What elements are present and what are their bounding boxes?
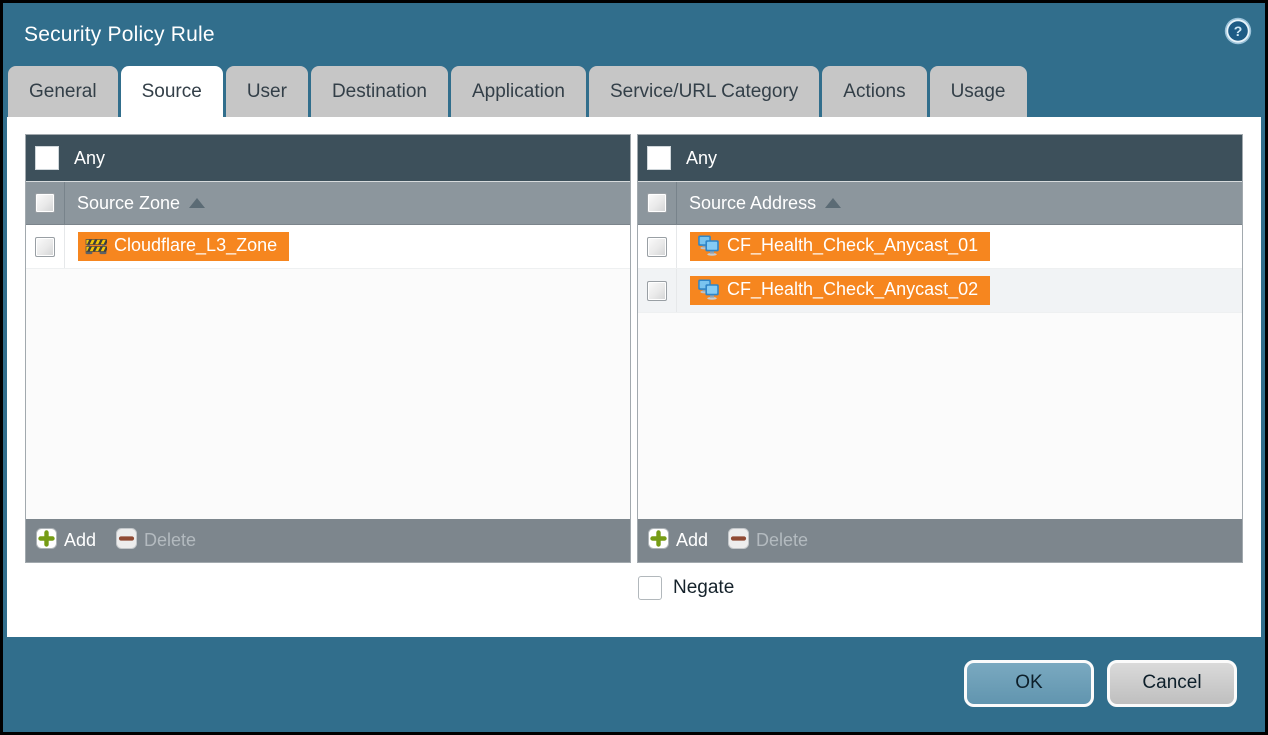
tab-service-url-category[interactable]: Service/URL Category	[589, 66, 819, 117]
source-zone-toolbar: Add Delete	[26, 519, 630, 562]
tab-application[interactable]: Application	[451, 66, 586, 117]
delete-button[interactable]: Delete	[728, 528, 808, 554]
source-address-toolbar: Add Delete	[638, 519, 1242, 562]
tab-general[interactable]: General	[8, 66, 118, 117]
tab-source[interactable]: Source	[121, 66, 223, 117]
add-icon	[648, 528, 669, 554]
source-address-rows: CF_Health_Check_Anycast_01	[638, 225, 1242, 519]
source-address-select-all-checkbox[interactable]	[647, 193, 667, 213]
row-checkbox[interactable]	[647, 237, 667, 257]
ok-button[interactable]: OK	[964, 660, 1094, 707]
source-zone-panel: Any Source Zone	[25, 134, 631, 563]
row-checkbox[interactable]	[35, 237, 55, 257]
add-icon	[36, 528, 57, 554]
tab-actions[interactable]: Actions	[822, 66, 926, 117]
security-policy-rule-dialog: Security Policy Rule ? General Source Us…	[3, 3, 1265, 732]
add-button[interactable]: Add	[36, 528, 96, 554]
svg-text:?: ?	[1234, 23, 1243, 39]
source-address-column-header: Source Address	[638, 181, 1242, 225]
source-address-panel: Any Source Address	[637, 134, 1243, 563]
address-chip[interactable]: CF_Health_Check_Anycast_02	[690, 276, 990, 305]
help-icon[interactable]: ?	[1224, 17, 1252, 45]
source-address-column-title[interactable]: Source Address	[689, 193, 841, 214]
source-address-any-label: Any	[686, 148, 717, 169]
tab-bar: General Source User Destination Applicat…	[3, 66, 1265, 117]
row-label: CF_Health_Check_Anycast_01	[727, 235, 978, 256]
tab-destination[interactable]: Destination	[311, 66, 448, 117]
source-zone-column-header: Source Zone	[26, 181, 630, 225]
source-address-any-checkbox[interactable]	[647, 146, 671, 170]
row-label: Cloudflare_L3_Zone	[114, 235, 277, 256]
title-bar: Security Policy Rule ?	[3, 3, 1265, 66]
delete-icon	[116, 528, 137, 554]
negate-label: Negate	[673, 577, 734, 599]
zone-icon	[85, 236, 107, 255]
delete-button[interactable]: Delete	[116, 528, 196, 554]
negate-checkbox[interactable]	[638, 576, 662, 600]
tab-user[interactable]: User	[226, 66, 308, 117]
row-checkbox[interactable]	[647, 281, 667, 301]
source-zone-rows: Cloudflare_L3_Zone	[26, 225, 630, 519]
address-icon	[697, 279, 720, 300]
table-row[interactable]: Cloudflare_L3_Zone	[26, 225, 630, 269]
source-zone-column-title[interactable]: Source Zone	[77, 193, 205, 214]
source-zone-any-header: Any	[26, 135, 630, 181]
row-label: CF_Health_Check_Anycast_02	[727, 279, 978, 300]
source-zone-any-checkbox[interactable]	[35, 146, 59, 170]
dialog-footer: OK Cancel	[3, 634, 1265, 732]
address-chip[interactable]: CF_Health_Check_Anycast_01	[690, 232, 990, 261]
page-title: Security Policy Rule	[24, 23, 215, 47]
table-row[interactable]: CF_Health_Check_Anycast_01	[638, 225, 1242, 269]
source-tab-content: Any Source Zone	[7, 117, 1261, 637]
source-zone-select-all-checkbox[interactable]	[35, 193, 55, 213]
table-row[interactable]: CF_Health_Check_Anycast_02	[638, 269, 1242, 313]
address-icon	[697, 235, 720, 256]
zone-chip[interactable]: Cloudflare_L3_Zone	[78, 232, 289, 261]
tab-usage[interactable]: Usage	[930, 66, 1027, 117]
source-address-any-header: Any	[638, 135, 1242, 181]
sort-ascending-icon	[189, 198, 205, 208]
delete-icon	[728, 528, 749, 554]
sort-ascending-icon	[825, 198, 841, 208]
add-button[interactable]: Add	[648, 528, 708, 554]
negate-row: Negate	[638, 576, 734, 600]
source-zone-any-label: Any	[74, 148, 105, 169]
cancel-button[interactable]: Cancel	[1107, 660, 1237, 707]
